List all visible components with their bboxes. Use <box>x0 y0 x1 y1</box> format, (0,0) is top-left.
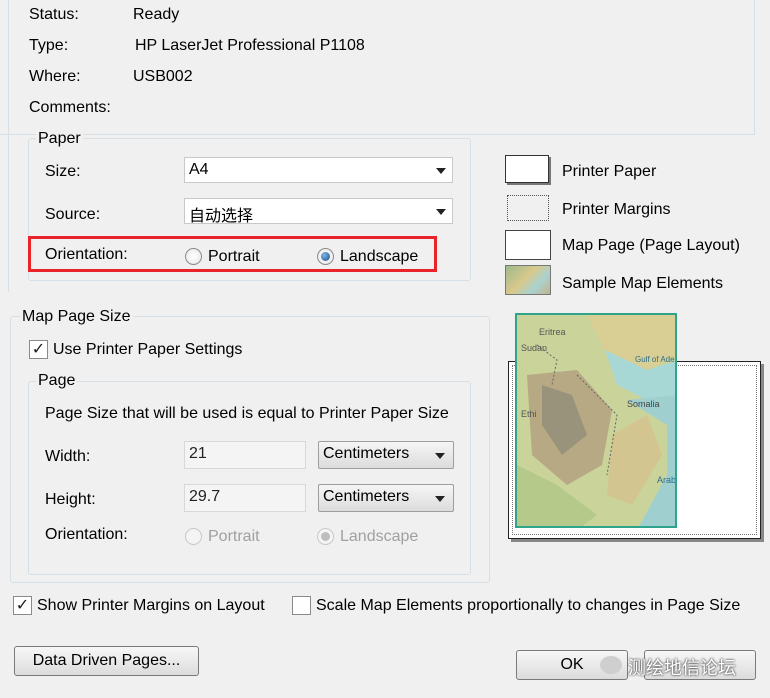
paper-source-label: Source: <box>45 206 101 223</box>
watermark: 测绘地信论坛 <box>600 652 760 680</box>
width-unit-dropdown[interactable]: Centimeters <box>318 441 454 469</box>
map-label-ethi: Ethi <box>521 409 537 419</box>
printer-paper-swatch <box>505 155 549 183</box>
scale-elements-checkbox[interactable] <box>292 596 311 615</box>
chevron-down-icon <box>436 209 446 215</box>
height-unit-value: Centimeters <box>323 488 410 505</box>
paper-group-title: Paper <box>36 130 83 148</box>
paper-orientation-label: Orientation: <box>45 246 128 263</box>
paper-landscape-radio[interactable] <box>317 248 334 265</box>
sample-map-swatch <box>505 265 551 295</box>
use-printer-settings-checkbox[interactable]: ✓ <box>29 340 48 359</box>
width-label: Width: <box>45 448 91 465</box>
paper-source-combo[interactable]: 自动选择 <box>184 198 453 225</box>
paper-size-value: A4 <box>189 161 209 178</box>
height-field[interactable]: 29.7 <box>184 484 306 512</box>
legend-map-page: Map Page (Page Layout) <box>562 237 740 254</box>
legend-sample-map: Sample Map Elements <box>562 275 723 292</box>
printer-frame <box>0 0 755 135</box>
paper-landscape-label[interactable]: Landscape <box>340 248 418 266</box>
use-printer-settings-label[interactable]: Use Printer Paper Settings <box>53 341 242 359</box>
height-label: Height: <box>45 491 96 508</box>
paper-size-label: Size: <box>45 163 81 180</box>
map-label-eritrea: Eritrea <box>539 327 566 337</box>
show-margins-label[interactable]: Show Printer Margins on Layout <box>37 597 265 615</box>
height-value: 29.7 <box>189 488 221 505</box>
width-value: 21 <box>189 445 207 462</box>
ok-label: OK <box>560 656 584 673</box>
page-landscape-label[interactable]: Landscape <box>340 528 418 546</box>
map-label-somalia: Somalia <box>627 399 660 409</box>
width-field[interactable]: 21 <box>184 441 306 469</box>
map-page-size-title: Map Page Size <box>20 308 133 326</box>
page-landscape-radio[interactable] <box>317 528 334 545</box>
printer-margins-swatch <box>507 195 549 221</box>
chevron-down-icon <box>436 168 446 174</box>
chat-icon <box>600 656 622 674</box>
data-driven-pages-button[interactable]: Data Driven Pages... <box>14 646 199 676</box>
map-page-swatch <box>505 230 551 260</box>
chevron-down-icon <box>435 496 445 502</box>
legend-printer-margins: Printer Margins <box>562 201 671 218</box>
map-label-gulf: Gulf of Aden <box>635 355 677 364</box>
sample-map-preview: Eritrea Sudan Ethi Somalia Gulf of Aden … <box>515 313 677 528</box>
width-unit-value: Centimeters <box>323 445 410 462</box>
paper-size-combo[interactable]: A4 <box>184 157 453 183</box>
chevron-down-icon <box>435 453 445 459</box>
paper-portrait-label[interactable]: Portrait <box>208 248 260 266</box>
scale-elements-label[interactable]: Scale Map Elements proportionally to cha… <box>316 597 740 615</box>
data-driven-pages-label: Data Driven Pages... <box>32 652 181 669</box>
paper-source-value: 自动选择 <box>189 208 254 225</box>
paper-portrait-radio[interactable] <box>185 248 202 265</box>
page-group-title: Page <box>36 372 78 390</box>
page-portrait-label[interactable]: Portrait <box>208 528 260 546</box>
page-orientation-label: Orientation: <box>45 526 128 543</box>
show-margins-checkbox[interactable]: ✓ <box>13 596 32 615</box>
height-unit-dropdown[interactable]: Centimeters <box>318 484 454 512</box>
page-size-info: Page Size that will be used is equal to … <box>45 405 449 422</box>
map-label-sudan: Sudan <box>521 343 548 353</box>
legend-printer-paper: Printer Paper <box>562 163 657 180</box>
map-label-arabi: Arabi <box>657 475 677 485</box>
watermark-text: 测绘地信论坛 <box>628 658 736 678</box>
page-portrait-radio[interactable] <box>185 528 202 545</box>
